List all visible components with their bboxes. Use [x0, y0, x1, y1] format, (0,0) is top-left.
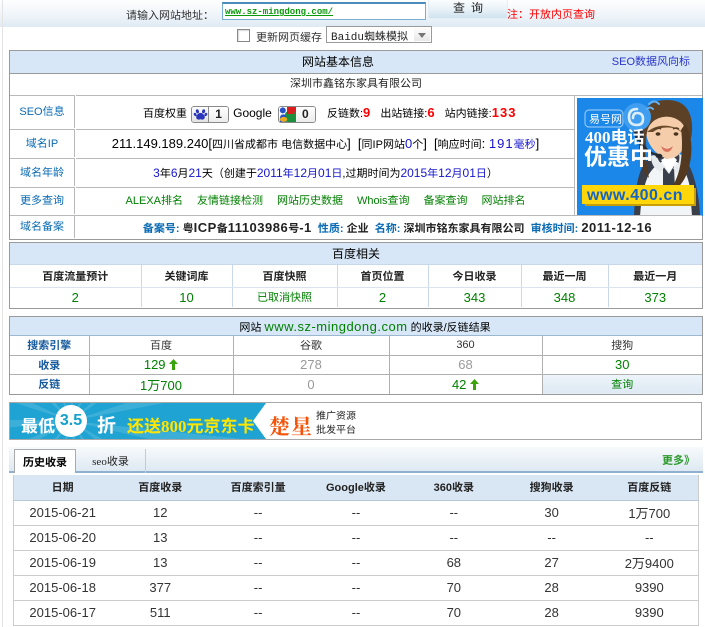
svg-text:优惠中: 优惠中: [584, 138, 653, 172]
svg-text:www.400.cn: www.400.cn: [586, 187, 683, 204]
